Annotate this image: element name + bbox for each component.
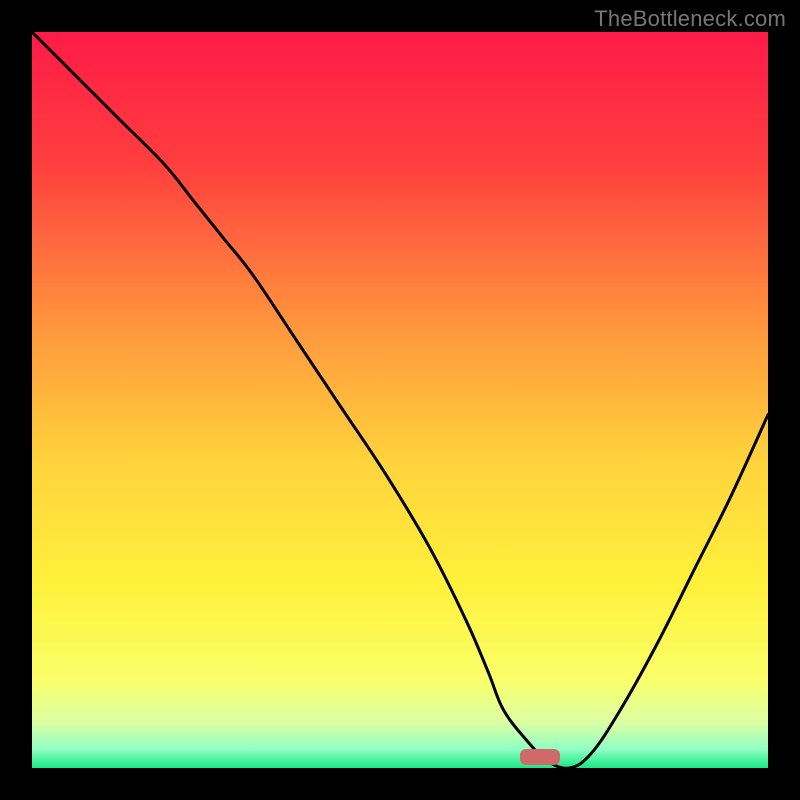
chart-frame: TheBottleneck.com — [0, 0, 800, 800]
optimal-range-marker — [520, 749, 560, 765]
watermark-label: TheBottleneck.com — [594, 6, 786, 32]
plot-area — [32, 32, 768, 768]
heatmap-gradient-background — [32, 32, 768, 768]
